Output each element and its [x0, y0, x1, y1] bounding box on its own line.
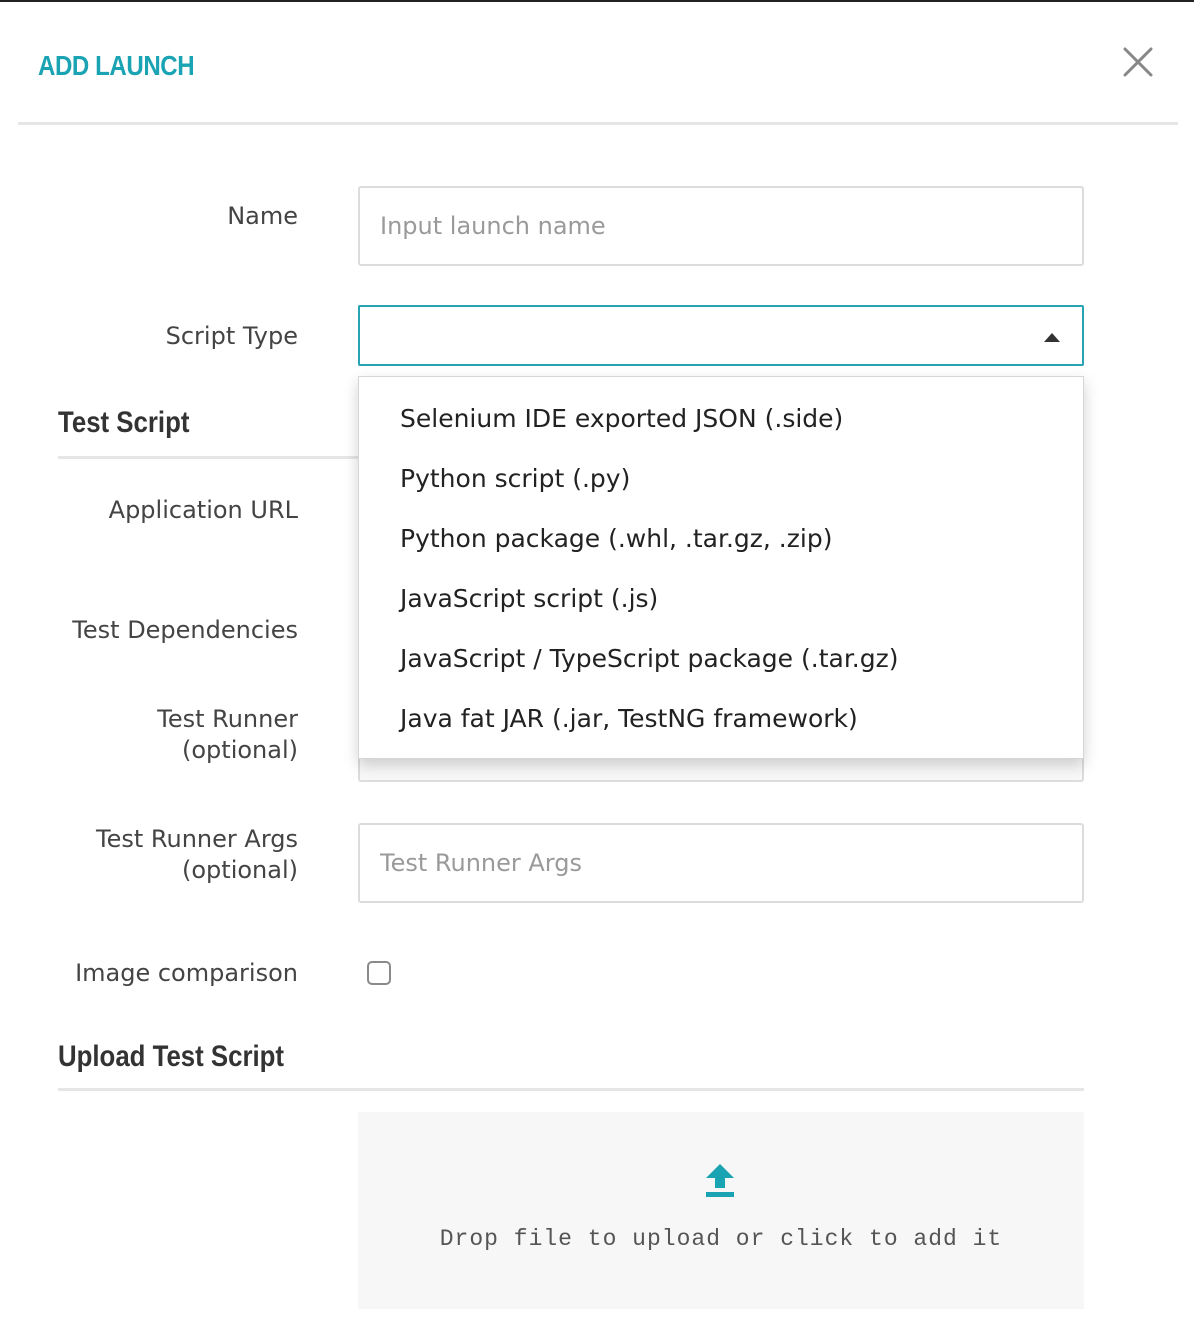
close-icon: [1123, 47, 1153, 77]
image-comparison-checkbox[interactable]: [367, 961, 391, 985]
test-runner-args-label-text: Test Runner Args: [96, 825, 298, 853]
test-runner-label-text: Test Runner: [157, 705, 298, 733]
dropzone-text: Drop file to upload or click to add it: [439, 1226, 1003, 1252]
upload-icon: [706, 1164, 734, 1197]
file-dropzone[interactable]: Drop file to upload or click to add it: [358, 1112, 1084, 1309]
top-border: [0, 0, 1194, 2]
dropdown-option[interactable]: JavaScript / TypeScript package (.tar.gz…: [359, 629, 1083, 689]
test-runner-args-optional-text: (optional): [182, 856, 298, 884]
section-divider: [58, 1088, 1084, 1091]
application-url-label: Application URL: [108, 496, 298, 524]
dropdown-option[interactable]: Java fat JAR (.jar, TestNG framework): [359, 689, 1083, 749]
dropdown-option[interactable]: Selenium IDE exported JSON (.side): [359, 389, 1083, 449]
caret-up-icon: [1044, 333, 1060, 342]
section-divider: [58, 456, 358, 459]
close-button[interactable]: [1118, 42, 1158, 82]
dropdown-option[interactable]: JavaScript script (.js): [359, 569, 1083, 629]
test-runner-args-input[interactable]: [358, 823, 1084, 903]
test-runner-label: Test Runner (optional): [157, 704, 298, 766]
modal-title: ADD LAUNCH: [38, 50, 195, 81]
script-type-select[interactable]: [358, 305, 1084, 366]
dropdown-option[interactable]: Python script (.py): [359, 449, 1083, 509]
upload-test-script-heading: Upload Test Script: [58, 1040, 285, 1073]
header-divider: [18, 122, 1178, 125]
name-label: Name: [227, 202, 298, 230]
script-type-label: Script Type: [165, 322, 298, 350]
script-type-dropdown: Selenium IDE exported JSON (.side) Pytho…: [358, 376, 1084, 759]
dropdown-option[interactable]: Python package (.whl, .tar.gz, .zip): [359, 509, 1083, 569]
image-comparison-label: Image comparison: [75, 959, 298, 987]
name-input[interactable]: [358, 186, 1084, 266]
test-runner-optional-text: (optional): [182, 736, 298, 764]
test-dependencies-label: Test Dependencies: [72, 616, 298, 644]
test-runner-args-label: Test Runner Args (optional): [96, 824, 298, 886]
test-script-heading: Test Script: [58, 406, 190, 439]
